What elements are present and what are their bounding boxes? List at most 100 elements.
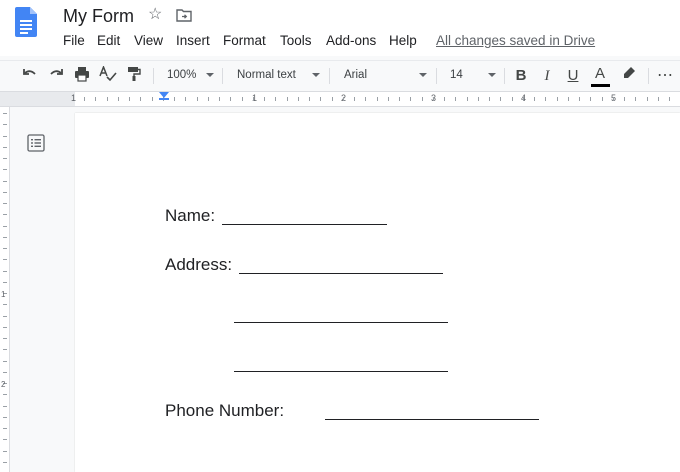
vruler-tick [3, 451, 7, 452]
vruler-tick [3, 192, 7, 193]
redo-icon[interactable] [46, 66, 66, 86]
first-line-indent-marker[interactable] [159, 98, 169, 100]
undo-icon[interactable] [20, 66, 40, 86]
zoom-select[interactable]: 100% [167, 68, 196, 82]
toolbar-divider [153, 68, 154, 84]
vruler-tick [3, 372, 7, 373]
ruler-tick [354, 97, 355, 101]
vruler-tick [3, 147, 7, 148]
phone-label: Phone Number: [165, 401, 285, 420]
paint-format-icon[interactable] [124, 66, 144, 86]
vruler-tick [3, 259, 7, 260]
print-icon[interactable] [72, 66, 92, 86]
ruler-tick [433, 97, 434, 101]
ruler-tick [264, 97, 265, 101]
ruler-tick [512, 97, 513, 101]
star-icon[interactable]: ☆ [148, 7, 162, 23]
ruler-tick [388, 97, 389, 101]
ruler-tick [140, 97, 141, 101]
ruler-tick [568, 97, 569, 101]
address-blank-line-3 [234, 371, 448, 372]
vruler-tick [3, 158, 7, 159]
ruler-tick [534, 97, 535, 101]
paragraph-style-select[interactable]: Normal text [237, 68, 296, 82]
ruler-tick [647, 97, 648, 101]
text-color-button[interactable]: A [590, 64, 610, 84]
vertical-ruler[interactable]: 1 2 [0, 107, 10, 472]
ruler-tick [590, 97, 591, 101]
menu-edit[interactable]: Edit [97, 33, 120, 49]
ruler-tick [107, 97, 108, 101]
ruler-tick [275, 97, 276, 101]
toolbar-divider [436, 68, 437, 84]
ruler-tick [309, 97, 310, 101]
highlight-pen-icon[interactable] [619, 66, 639, 86]
ruler-number: 1 [71, 93, 77, 103]
ruler-tick [185, 97, 186, 101]
address-blank-line-2 [234, 322, 448, 323]
ruler-tick [95, 97, 96, 101]
name-label: Name: [165, 206, 216, 225]
address-blank-line [239, 273, 443, 274]
vruler-tick [3, 214, 7, 215]
underline-button[interactable]: U [563, 66, 583, 86]
vruler-tick [3, 304, 7, 305]
vruler-tick [3, 271, 7, 272]
ruler-tick [197, 97, 198, 101]
menu-help[interactable]: Help [389, 33, 417, 49]
ruler-tick [377, 97, 378, 101]
ruler-tick [343, 97, 344, 101]
ruler-tick [422, 97, 423, 101]
menu-add-ons[interactable]: Add-ons [326, 33, 376, 49]
style-caret-icon [312, 73, 320, 77]
name-blank-line [222, 224, 387, 225]
vruler-tick [3, 282, 7, 283]
ruler-tick [242, 97, 243, 101]
ruler-tick [219, 97, 220, 101]
ruler-tick [557, 97, 558, 101]
vruler-tick [3, 124, 7, 125]
menu-format[interactable]: Format [223, 33, 266, 49]
vruler-tick [3, 406, 7, 407]
ruler-tick [298, 97, 299, 101]
ruler-tick [602, 97, 603, 101]
document-title[interactable]: My Form [63, 5, 134, 27]
font-size-select[interactable]: 14 [450, 68, 463, 82]
bold-button[interactable]: B [511, 66, 531, 86]
font-family-select[interactable]: Arial [344, 68, 367, 82]
spellcheck-icon[interactable] [98, 64, 118, 86]
vruler-tick [3, 136, 7, 137]
vruler-tick [3, 417, 7, 418]
menu-tools[interactable]: Tools [280, 33, 312, 49]
document-outline-icon[interactable] [27, 134, 45, 157]
horizontal-ruler[interactable]: 1 1 2 3 4 5 [0, 92, 680, 107]
move-folder-icon[interactable] [176, 8, 192, 27]
save-status-link[interactable]: All changes saved in Drive [436, 33, 595, 49]
ruler-tick [467, 97, 468, 101]
ruler-tick [478, 97, 479, 101]
ruler-tick [230, 97, 231, 101]
more-options-button[interactable]: ⋯ [655, 66, 675, 86]
ruler-tick [287, 97, 288, 101]
docs-logo-icon[interactable] [15, 7, 37, 42]
menu-file[interactable]: File [63, 33, 85, 49]
vruler-tick [3, 237, 7, 238]
toolbar-divider [222, 68, 223, 84]
ruler-tick [545, 97, 546, 101]
ruler-tick [669, 97, 670, 101]
vruler-tick [3, 338, 7, 339]
ruler-tick [174, 97, 175, 101]
ruler-tick [489, 97, 490, 101]
italic-button[interactable]: I [537, 66, 557, 86]
document-page[interactable]: Name: Address: Phone Number: [75, 113, 680, 472]
phone-blank-line [325, 419, 539, 420]
ruler-tick [613, 97, 614, 101]
vruler-number: 1 [1, 290, 6, 299]
ruler-tick [523, 97, 524, 101]
menu-view[interactable]: View [134, 33, 163, 49]
ruler-tick [455, 97, 456, 101]
ruler-tick [365, 97, 366, 101]
ruler-tick [444, 97, 445, 101]
menu-insert[interactable]: Insert [176, 33, 210, 49]
ruler-tick [410, 97, 411, 101]
